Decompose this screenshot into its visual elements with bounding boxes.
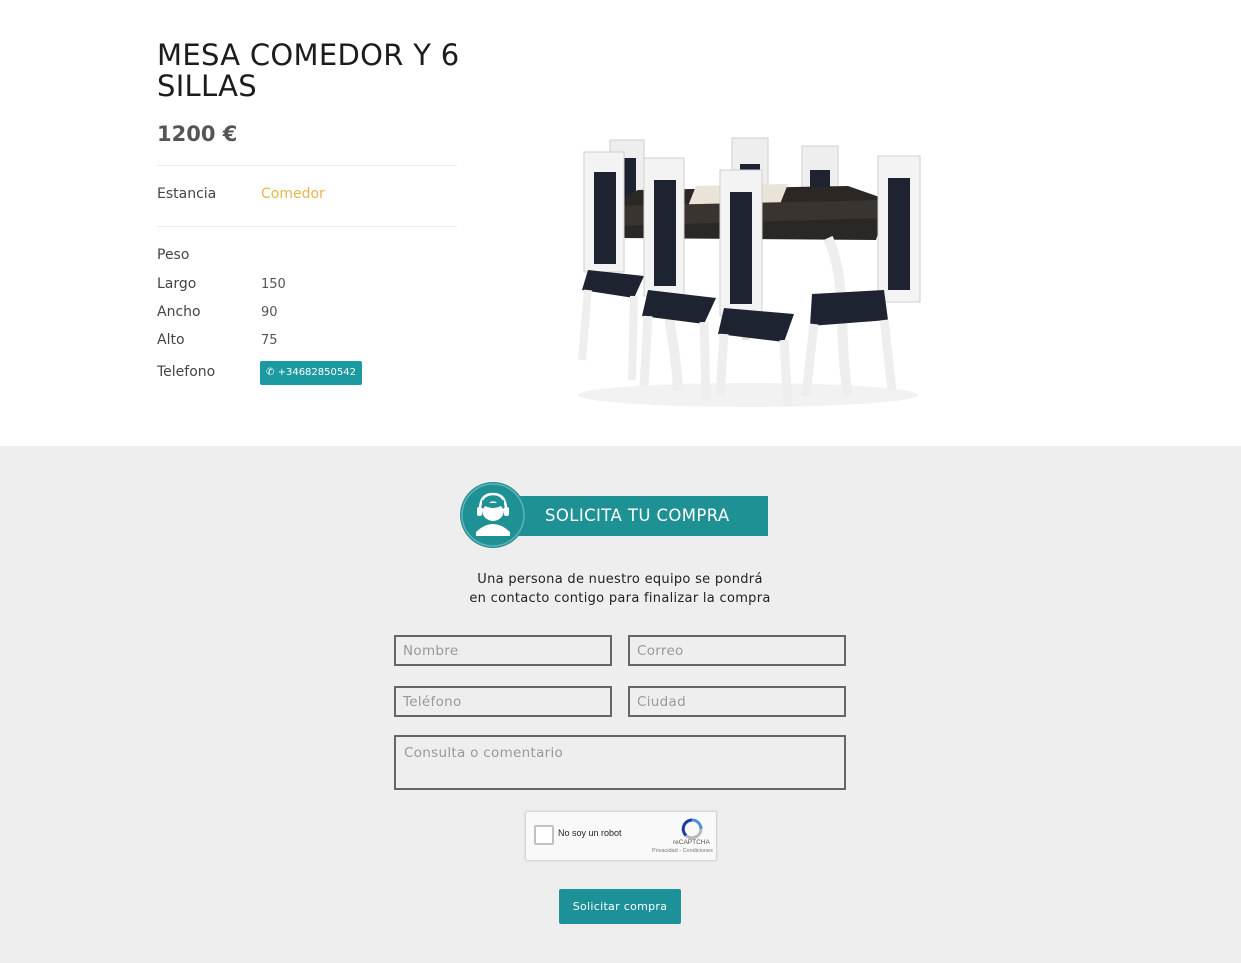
phone-row: Telefono (157, 364, 261, 380)
product-price: 1200 € (157, 122, 238, 146)
spec-label-height: Alto (157, 332, 185, 348)
submit-button[interactable]: Solicitar compra (559, 889, 681, 924)
spec-value-length: 150 (261, 277, 286, 292)
whatsapp-icon: ✆ (266, 367, 275, 378)
spec-label-weight: Peso (157, 247, 190, 263)
email-input[interactable]: Correo (628, 635, 846, 666)
product-image[interactable] (548, 40, 948, 446)
spec-value-height: 75 (261, 333, 278, 348)
recaptcha-brand: reCAPTCHA (673, 839, 710, 846)
recaptcha-checkbox[interactable] (534, 825, 554, 845)
whatsapp-button[interactable]: ✆ +34682850542 (260, 361, 362, 385)
phone-input[interactable]: Teléfono (394, 686, 612, 717)
purchase-banner: SOLICITA TU COMPRA (460, 482, 770, 548)
phone-label: Telefono (157, 364, 216, 380)
recaptcha-widget: No soy un robot reCAPTCHA Privacidad - C… (525, 811, 717, 861)
spec-row: Peso (157, 247, 261, 263)
room-link[interactable]: Comedor (261, 186, 325, 202)
divider (157, 226, 457, 227)
recaptcha-logo-icon (681, 818, 703, 840)
spec-row: Largo 150 (157, 276, 286, 292)
spec-value-width: 90 (261, 305, 278, 320)
spec-row: Alto 75 (157, 332, 278, 348)
room-label: Estancia (157, 186, 217, 202)
recaptcha-terms-link[interactable]: Privacidad - Condiciones (652, 848, 713, 854)
support-agent-icon (461, 483, 525, 547)
product-section: MESA COMEDOR Y 6 SILLAS 1200 € Estancia C… (0, 0, 1241, 446)
city-input[interactable]: Ciudad (628, 686, 846, 717)
subtitle-line: Una persona de nuestro equipo se pondrá (477, 572, 763, 587)
spec-row: Ancho 90 (157, 304, 278, 320)
banner-title: SOLICITA TU COMPRA (545, 506, 730, 525)
divider (157, 165, 457, 166)
name-input[interactable]: Nombre (394, 635, 612, 666)
spec-label-width: Ancho (157, 304, 201, 320)
purchase-request-section: SOLICITA TU COMPRA Una persona de nuestr… (0, 446, 1241, 963)
whatsapp-number: +34682850542 (277, 367, 356, 378)
form-subtitle: Una persona de nuestro equipo se pondrá … (420, 570, 820, 608)
recaptcha-label: No soy un robot (558, 828, 622, 838)
subtitle-line: en contacto contigo para finalizar la co… (469, 591, 771, 606)
banner-circle (460, 482, 526, 548)
comment-textarea[interactable]: Consulta o comentario (394, 735, 846, 790)
room-row: Estancia Comedor (157, 186, 325, 202)
spec-label-length: Largo (157, 276, 197, 292)
product-title: MESA COMEDOR Y 6 SILLAS (157, 38, 460, 103)
